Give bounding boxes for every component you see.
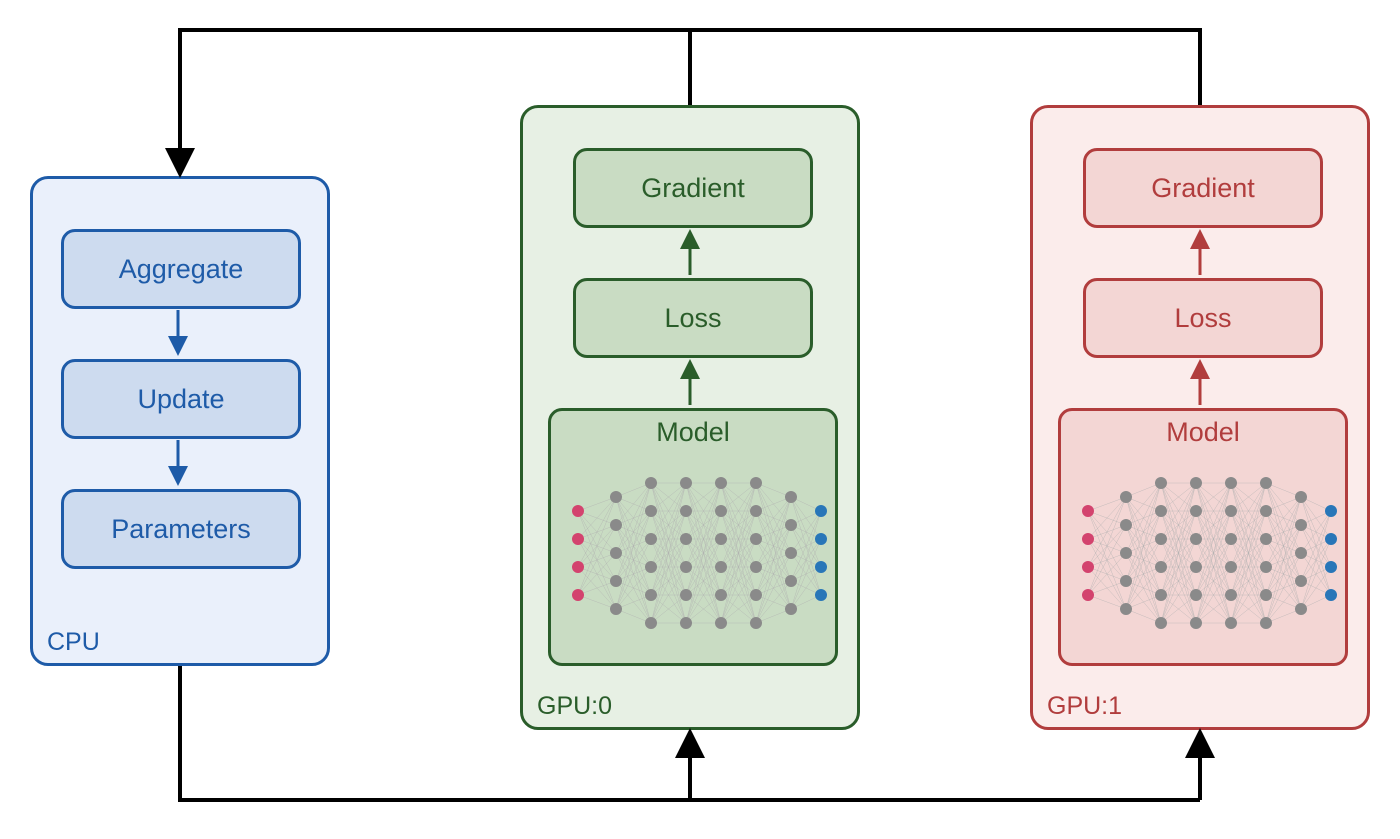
cpu-panel: Aggregate Update Parameters CPU xyxy=(30,176,330,666)
cpu-step-update: Update xyxy=(61,359,301,439)
gpu0-nn-icon xyxy=(556,453,836,653)
gpu1-label: GPU:1 xyxy=(1047,692,1122,721)
cpu-step-parameters: Parameters xyxy=(61,489,301,569)
cpu-step-aggregate: Aggregate xyxy=(61,229,301,309)
gpu0-panel: Gradient Loss Model GPU:0 xyxy=(520,105,860,730)
gpu1-step-gradient: Gradient xyxy=(1083,148,1323,228)
gpu1-model-label: Model xyxy=(1061,411,1345,448)
gpu0-model-block: Model xyxy=(548,408,838,666)
gpu1-step-loss: Loss xyxy=(1083,278,1323,358)
gpu1-model-block: Model xyxy=(1058,408,1348,666)
gpu0-label: GPU:0 xyxy=(537,692,612,721)
gpu0-model-label: Model xyxy=(551,411,835,448)
gpu1-panel: Gradient Loss Model GPU:1 xyxy=(1030,105,1370,730)
gpu1-nn-icon xyxy=(1066,453,1346,653)
gpu0-step-loss: Loss xyxy=(573,278,813,358)
cpu-label: CPU xyxy=(47,628,100,657)
gpu0-step-gradient: Gradient xyxy=(573,148,813,228)
